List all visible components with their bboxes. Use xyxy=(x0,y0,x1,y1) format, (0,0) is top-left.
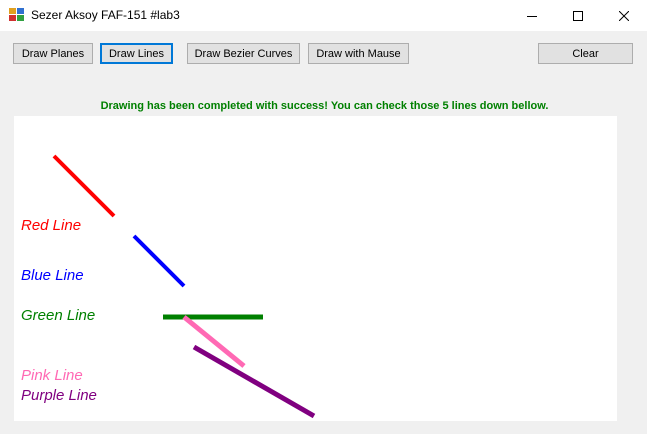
blue-line xyxy=(132,234,186,288)
title-bar[interactable]: Sezer Aksoy FAF-151 #lab3 xyxy=(0,0,647,31)
clear-button[interactable]: Clear xyxy=(538,43,633,64)
red-line-label: Red Line xyxy=(21,217,82,234)
draw-with-mouse-button[interactable]: Draw with Mause xyxy=(308,43,409,64)
purple-line-label: Purple Line xyxy=(21,387,97,404)
red-line xyxy=(52,154,116,218)
minimize-icon xyxy=(527,15,537,17)
status-message: Drawing has been completed with success!… xyxy=(100,100,549,112)
maximize-icon xyxy=(573,10,583,21)
close-button[interactable] xyxy=(601,0,647,31)
app-icon xyxy=(9,8,25,22)
close-icon xyxy=(619,10,629,21)
app-window: Sezer Aksoy FAF-151 #lab3 Draw Planes Dr… xyxy=(0,0,647,434)
purple-line xyxy=(192,344,316,419)
drawing-canvas[interactable]: Red Line Blue Line Green Line Pink Line … xyxy=(14,116,617,421)
lines-drawing xyxy=(52,154,316,419)
maximize-button[interactable] xyxy=(555,0,601,31)
window-title: Sezer Aksoy FAF-151 #lab3 xyxy=(31,8,180,22)
green-line-label: Green Line xyxy=(21,307,96,324)
draw-lines-button[interactable]: Draw Lines xyxy=(100,43,173,64)
blue-line-label: Blue Line xyxy=(21,267,84,284)
pink-line-label: Pink Line xyxy=(21,367,83,384)
draw-planes-button[interactable]: Draw Planes xyxy=(13,43,93,64)
minimize-button[interactable] xyxy=(509,0,555,31)
draw-bezier-curves-button[interactable]: Draw Bezier Curves xyxy=(187,43,300,64)
